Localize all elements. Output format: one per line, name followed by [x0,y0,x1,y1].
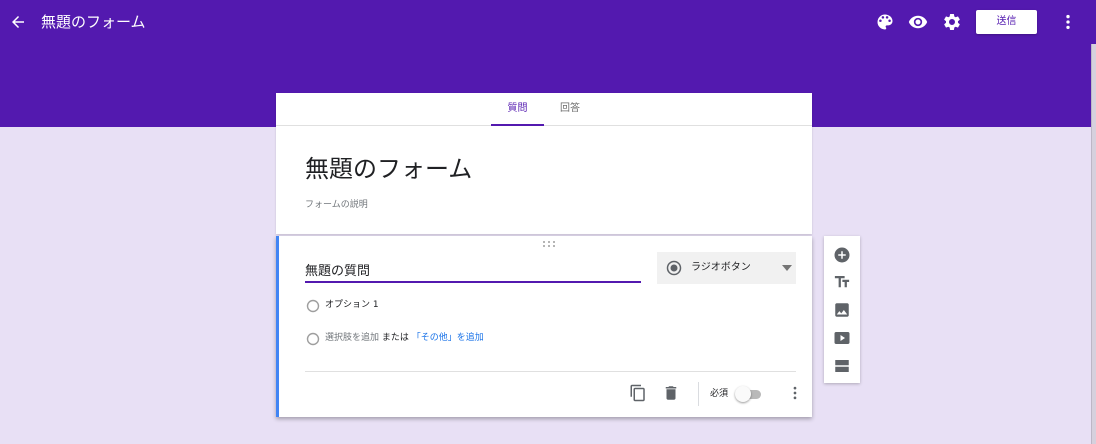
tab-bar: 質問 回答 [276,93,812,126]
video-icon[interactable] [833,329,851,347]
or-text: または [379,333,412,343]
question-card[interactable]: 無題の質問 ラジオボタン オプション 1 選択肢を追加 または 「その他」を追加… [276,236,812,417]
radio-checked-icon [666,260,682,276]
question-type-label: ラジオボタン [691,262,751,273]
trash-icon[interactable] [662,384,680,402]
required-label: 必須 [710,389,729,399]
chevron-down-icon [782,265,792,271]
copy-icon[interactable] [629,384,647,402]
form-title[interactable]: 無題のフォーム [305,149,472,184]
add-option-link[interactable]: 選択肢を追加 [325,333,379,343]
form-description-field[interactable]: フォームの説明 [305,197,368,210]
toggle-knob [735,386,751,402]
add-circle-icon[interactable] [833,246,851,264]
tab-responses[interactable]: 回答 [548,93,592,126]
send-button[interactable]: 送信 [976,10,1037,34]
drag-handle-icon[interactable] [542,240,556,248]
section-icon[interactable] [833,357,851,375]
tab-questions[interactable]: 質問 [491,93,544,126]
question-divider [305,371,796,372]
eye-icon[interactable] [908,12,928,32]
add-option-row: 選択肢を追加 または 「その他」を追加 [325,332,484,344]
required-toggle[interactable] [735,386,763,402]
back-arrow-icon[interactable] [9,13,27,31]
app-title: 無題のフォーム [41,13,146,31]
scrollbar[interactable] [1091,44,1096,444]
add-other-link[interactable]: 「その他」を追加 [412,333,484,343]
side-toolbar [824,236,860,383]
image-icon[interactable] [833,301,851,319]
option-label[interactable]: オプション 1 [325,299,379,311]
radio-unchecked-icon [306,299,320,313]
question-title-input[interactable]: 無題の質問 [305,263,641,283]
more-vert-icon[interactable] [1058,12,1078,32]
radio-unchecked-icon [306,332,320,346]
palette-icon[interactable] [875,12,895,32]
question-type-dropdown[interactable]: ラジオボタン [657,252,796,284]
gear-icon[interactable] [942,12,962,32]
footer-separator [698,382,699,406]
form-header-card: 質問 回答 無題のフォーム フォームの説明 [276,93,812,234]
more-vert-icon[interactable] [786,384,804,402]
text-title-icon[interactable] [833,273,851,291]
